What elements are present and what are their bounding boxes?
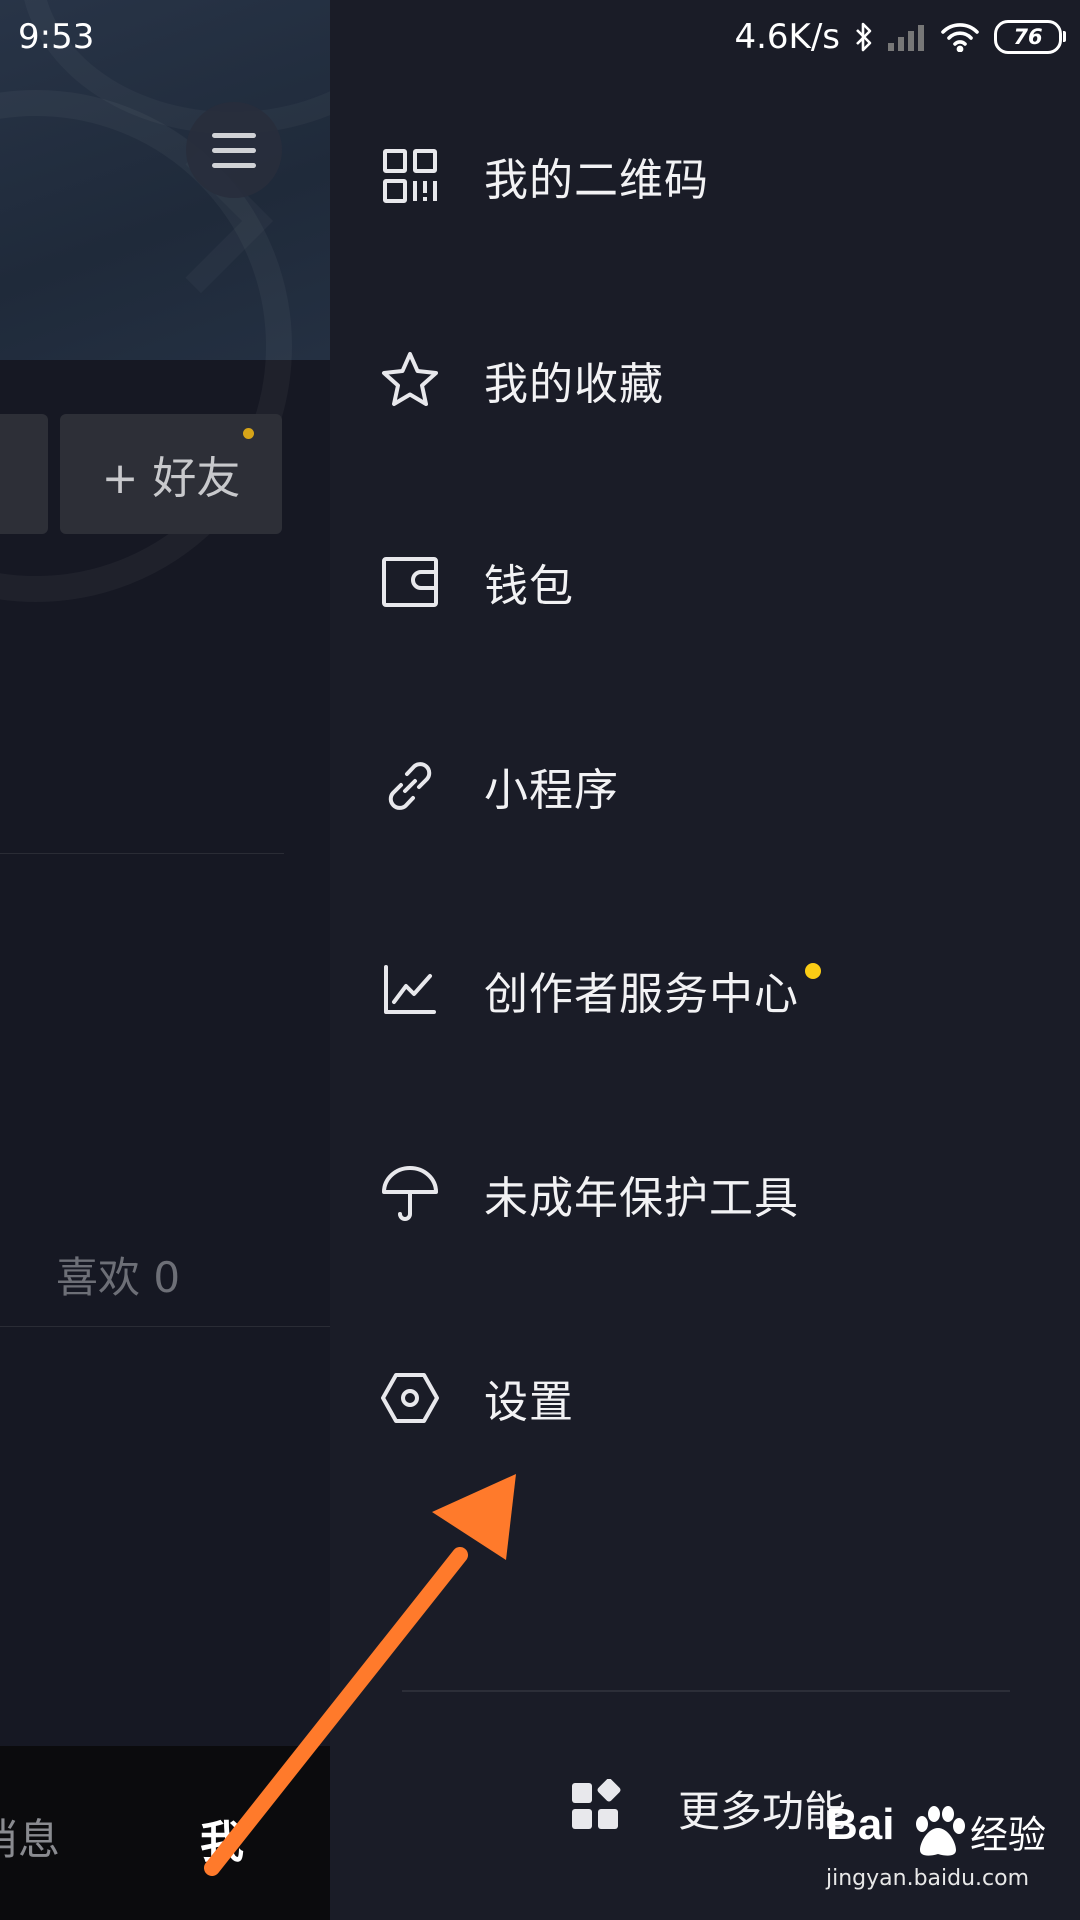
menu-item-label: 我的收藏 [484,359,664,410]
watermark-brand: Bai [826,1800,895,1849]
menu-item-label: 未成年保护工具 [484,1173,799,1224]
menu-item-mini-programs[interactable]: 小程序 [380,736,1030,836]
tab-likes[interactable]: 喜欢 0 [56,1244,180,1305]
edit-profile-button[interactable] [0,414,48,534]
notification-dot [243,428,254,439]
menu-item-label: 创作者服务中心 [484,969,799,1020]
profile-page-background: + 好友 喜欢 0 消息 我 [0,0,330,1920]
battery-level: 76 [1013,25,1043,49]
divider [0,853,284,854]
menu-item-label: 钱包 [484,561,574,612]
star-icon [380,350,440,410]
network-speed: 4.6K/s [734,17,840,57]
cellular-signal-icon [888,25,924,51]
link-icon [380,756,440,816]
menu-item-qr-code[interactable]: 我的二维码 [380,126,1030,226]
menu-hamburger-icon[interactable] [186,102,282,198]
divider [402,1690,1010,1692]
new-badge-dot [805,963,821,979]
menu-item-settings[interactable]: 设置 [380,1348,1030,1448]
chart-icon [380,960,440,1020]
more-functions-label: 更多功能 [678,1786,847,1836]
bluetooth-icon [856,22,872,52]
nav-tab-me[interactable]: 我 [200,1806,244,1870]
baidu-jingyan-watermark: Bai 经验 jingyan.baidu.com [826,1800,1066,1900]
qr-code-icon [380,146,440,206]
watermark-brand-cn: 经验 [970,1813,1047,1857]
paw-logo-icon [916,1806,965,1856]
menu-item-creator-center[interactable]: 创作者服务中心 [380,940,1030,1040]
menu-item-label: 设置 [484,1377,574,1428]
menu-item-favorites[interactable]: 我的收藏 [380,330,1030,430]
nav-tab-messages[interactable]: 消息 [0,1806,60,1867]
menu-item-minor-protection[interactable]: 未成年保护工具 [380,1144,1030,1244]
grid-apps-icon [570,1778,624,1837]
settings-hexagon-icon [380,1368,440,1428]
wallet-icon [380,552,440,612]
status-bar: 9:53 4.6K/s 76 [0,0,1080,74]
wifi-icon [941,23,979,52]
side-drawer-menu: 我的二维码 我的收藏 钱包 小程序 创作者服务中心 未成年保护工具 设置 更多功… [330,0,1080,1920]
menu-item-label: 小程序 [484,765,619,816]
add-friend-label: + 好友 [101,453,241,504]
menu-item-wallet[interactable]: 钱包 [380,532,1030,632]
umbrella-icon [380,1164,440,1224]
more-functions-button[interactable]: 更多功能 [570,1758,846,1858]
status-time: 9:53 [18,17,95,57]
menu-item-label: 我的二维码 [484,155,709,206]
divider [0,1326,330,1327]
battery-icon: 76 [994,20,1066,54]
watermark-url: jingyan.baidu.com [826,1866,1030,1891]
add-friend-button[interactable]: + 好友 [60,414,282,534]
